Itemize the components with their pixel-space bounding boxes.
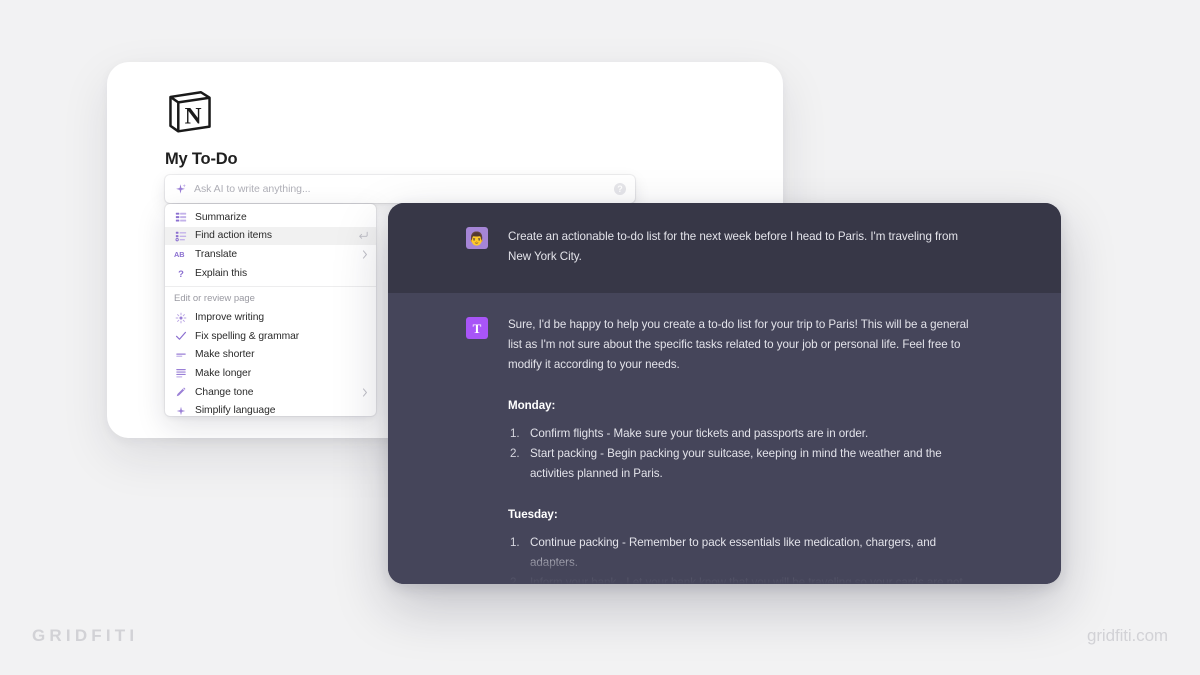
sparkle-small-icon — [174, 405, 187, 416]
menu-item-label: Explain this — [195, 267, 248, 279]
question-mark-icon: ? — [174, 267, 187, 279]
notion-logo-icon: N — [165, 86, 215, 136]
menu-item-label: Simplify language — [195, 405, 276, 416]
menu-item-simplify-language[interactable]: Simplify language — [165, 401, 376, 416]
enter-return-icon — [352, 231, 368, 240]
help-circle-icon[interactable]: ? — [614, 183, 626, 195]
menu-item-label: Change tone — [195, 386, 254, 398]
menu-item-fix-spelling-grammar[interactable]: Fix spelling & grammar — [165, 327, 376, 346]
task-item: Start packing - Begin packing your suitc… — [510, 444, 942, 480]
ai-prompt-bar[interactable]: Ask AI to write anything... ? — [165, 175, 635, 203]
menu-item-label: Translate — [195, 248, 238, 260]
task-item: Inform your bank - Let your bank know th… — [510, 573, 963, 584]
page-title: My To-Do — [165, 150, 238, 168]
day-heading-monday: Monday: — [508, 399, 556, 412]
menu-item-improve-writing[interactable]: Improve writing — [165, 308, 376, 327]
task-list-monday: Confirm flights - Make sure your tickets… — [508, 424, 981, 484]
ai-prompt-input[interactable]: Ask AI to write anything... — [194, 183, 614, 195]
chevron-right-icon — [356, 387, 368, 397]
ai-assistant-avatar: T — [466, 317, 488, 339]
checklist-icon — [174, 230, 187, 242]
pen-icon — [174, 386, 187, 398]
short-line-icon — [174, 349, 187, 361]
sparkle-burst-icon — [174, 312, 187, 324]
menu-item-label: Fix spelling & grammar — [195, 330, 300, 342]
sparkle-icon — [174, 183, 187, 196]
menu-item-translate[interactable]: AB Translate — [165, 245, 376, 264]
checkmark-icon — [174, 330, 187, 342]
brand-website-url: gridfiti.com — [1087, 626, 1168, 645]
summarize-list-icon — [174, 211, 187, 223]
svg-text:?: ? — [178, 268, 184, 279]
svg-text:AB: AB — [174, 250, 185, 259]
day-heading-tuesday: Tuesday: — [508, 508, 558, 521]
user-message-text: Create an actionable to-do list for the … — [508, 230, 959, 263]
chat-message-user: 👨 Create an actionable to-do list for th… — [388, 203, 1061, 293]
menu-item-label: Summarize — [195, 211, 247, 223]
task-list-tuesday: Continue packing - Remember to pack esse… — [508, 533, 981, 584]
menu-item-summarize[interactable]: Summarize — [165, 208, 376, 227]
ai-chat-panel: 👨 Create an actionable to-do list for th… — [388, 203, 1061, 584]
menu-item-label: Make longer — [195, 367, 252, 379]
task-item: Confirm flights - Make sure your tickets… — [510, 424, 869, 444]
menu-item-make-longer[interactable]: Make longer — [165, 364, 376, 383]
menu-divider — [165, 286, 376, 288]
menu-item-make-shorter[interactable]: Make shorter — [165, 346, 376, 365]
ai-intro-text: Sure, I'd be happy to help you create a … — [508, 318, 969, 371]
menu-item-find-action-items[interactable]: Find action items — [165, 226, 376, 246]
user-face-avatar: 👨 — [466, 227, 488, 249]
brand-wordmark: GRIDFITI — [32, 626, 139, 645]
menu-item-explain-this[interactable]: ? Explain this — [165, 264, 376, 283]
menu-item-change-tone[interactable]: Change tone — [165, 383, 376, 402]
menu-item-label: Find action items — [195, 230, 272, 242]
svg-text:N: N — [185, 104, 202, 130]
menu-item-label: Make shorter — [195, 349, 255, 361]
menu-item-label: Improve writing — [195, 312, 265, 324]
menu-section-label: Edit or review page — [174, 293, 255, 305]
long-lines-icon — [174, 367, 187, 379]
chevron-right-icon — [356, 250, 368, 259]
ai-actions-menu[interactable]: Summarize Find action items AB Translate… — [165, 204, 376, 416]
task-item: Continue packing - Remember to pack esse… — [510, 533, 937, 569]
ab-translate-icon: AB — [174, 249, 187, 259]
chat-message-ai: T Sure, I'd be happy to help you create … — [388, 293, 1061, 584]
